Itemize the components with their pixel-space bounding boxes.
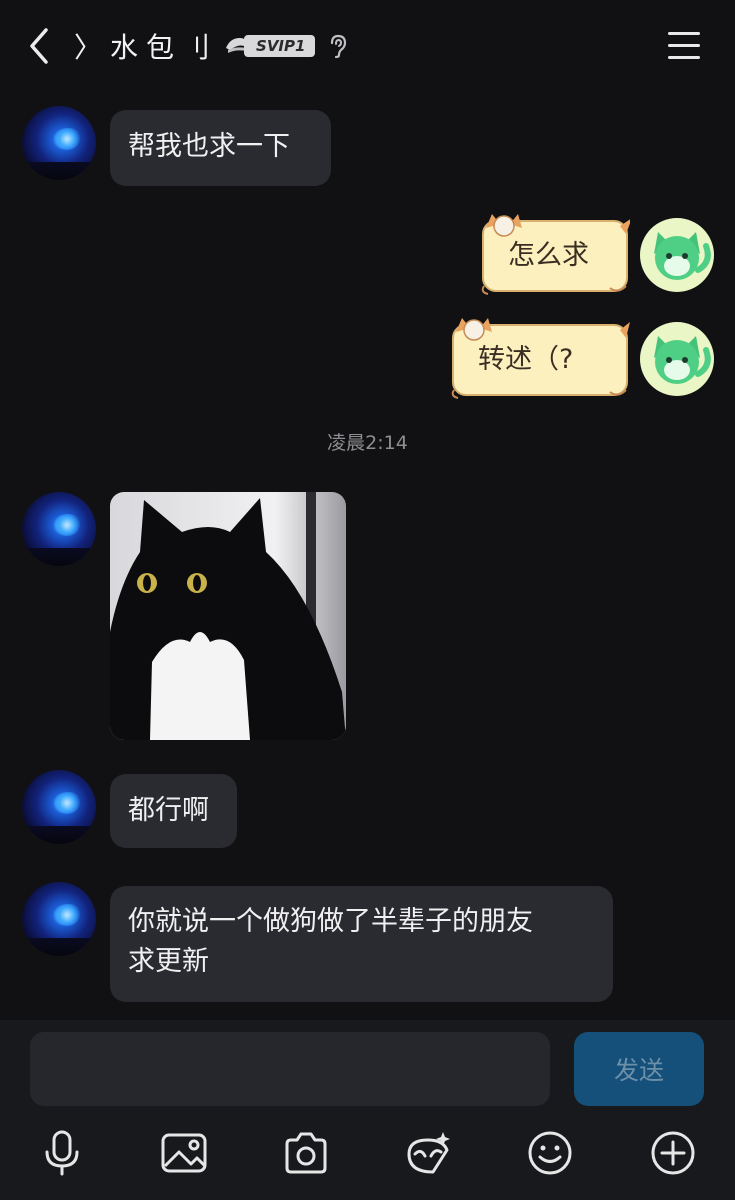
message-text-line: 你就说一个做狗做了半辈子的朋友 — [128, 906, 533, 937]
contact-avatar[interactable] — [22, 492, 96, 566]
svip-badge-label: SVIP1 — [244, 35, 316, 57]
incoming-message-bubble[interactable]: 你就说一个做狗做了半辈子的朋友 求更新 — [110, 886, 613, 1002]
camera-icon[interactable] — [281, 1128, 331, 1178]
my-avatar[interactable] — [640, 218, 714, 292]
send-button[interactable]: 发送 — [574, 1032, 704, 1106]
cat-bubble-decoration-icon — [481, 214, 630, 295]
chat-title: 〉水包刂 — [74, 31, 219, 64]
input-bar: 发送 — [0, 1020, 735, 1200]
contact-avatar[interactable] — [22, 882, 96, 956]
message-text: 都行啊 — [128, 795, 209, 826]
back-button[interactable] — [22, 24, 58, 68]
ear-icon — [331, 34, 347, 59]
my-avatar[interactable] — [640, 322, 714, 396]
incoming-message-bubble[interactable]: 都行啊 — [110, 774, 237, 848]
green-cat-avatar-icon — [654, 336, 711, 384]
message-timestamp: 凌晨2:14 — [327, 432, 408, 454]
microphone-icon[interactable] — [37, 1128, 87, 1178]
emoji-icon[interactable] — [525, 1128, 575, 1178]
chevron-left-icon — [30, 28, 48, 64]
chat-header: 〉水包刂 SVIP1 — [0, 0, 735, 92]
cat-bubble-decoration-icon — [451, 318, 630, 399]
plus-icon[interactable] — [648, 1128, 698, 1178]
image-icon[interactable] — [159, 1128, 209, 1178]
green-cat-avatar-icon — [654, 232, 711, 280]
contact-avatar[interactable] — [22, 106, 96, 180]
svip-badge[interactable]: SVIP1 — [224, 34, 316, 58]
cat-image — [110, 492, 346, 740]
incoming-message-bubble[interactable]: 帮我也求一下 — [110, 110, 331, 186]
message-text: 帮我也求一下 — [128, 131, 290, 162]
tuxedo-cat-photo[interactable] — [110, 492, 346, 740]
hamburger-menu-icon — [668, 32, 700, 35]
sticker-icon[interactable] — [403, 1128, 453, 1178]
message-text-line: 求更新 — [128, 946, 209, 977]
contact-avatar[interactable] — [22, 770, 96, 844]
menu-button[interactable] — [666, 30, 702, 62]
chat-title-area[interactable]: 〉水包刂 SVIP1 — [74, 26, 349, 66]
message-input[interactable] — [30, 1032, 550, 1106]
